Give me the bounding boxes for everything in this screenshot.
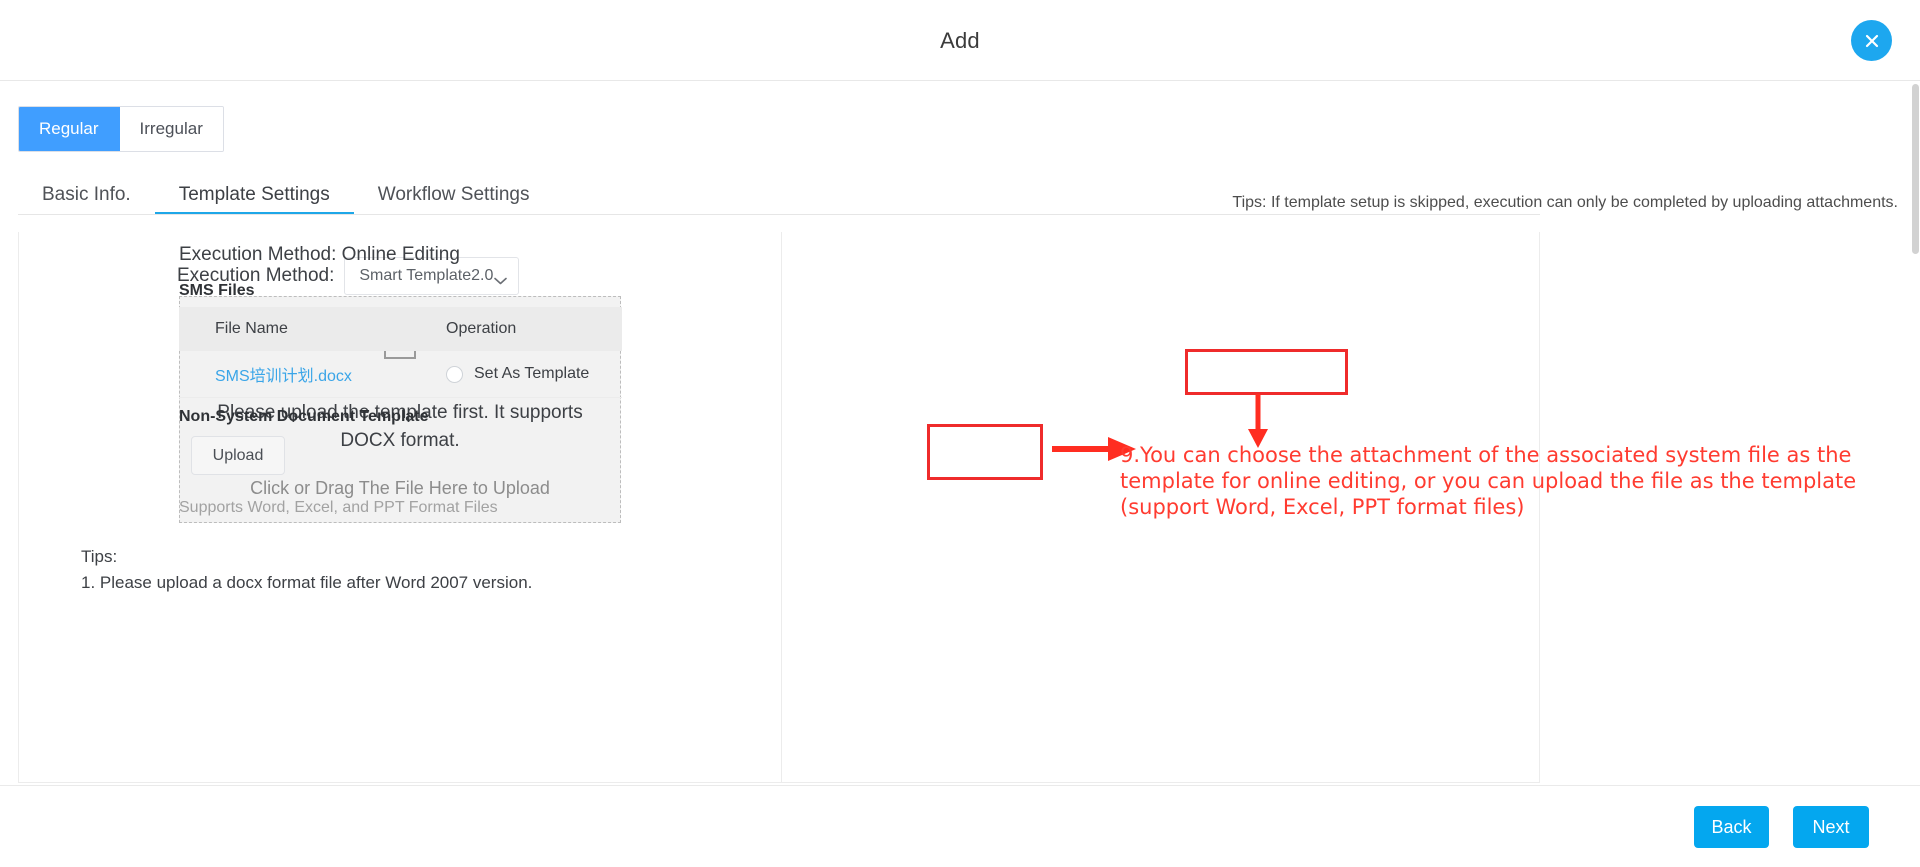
header-tip-text: Tips: If template setup is skipped, exec… bbox=[1232, 194, 1898, 211]
file-name-link[interactable]: SMS培训计划.docx bbox=[215, 368, 352, 385]
sms-files-title: SMS Files bbox=[179, 282, 255, 299]
mode-regular-button[interactable]: Regular bbox=[19, 107, 120, 151]
mode-switch: Regular Irregular bbox=[18, 106, 224, 152]
set-as-template-radio[interactable]: Set As Template bbox=[446, 365, 622, 383]
set-as-template-label: Set As Template bbox=[474, 365, 590, 382]
tab-basic-info[interactable]: Basic Info. bbox=[18, 185, 155, 215]
table-header-row: File Name Operation bbox=[179, 307, 622, 351]
chevron-down-icon bbox=[494, 272, 508, 285]
non-system-template-title: Non-System Document Template bbox=[179, 408, 429, 425]
tab-template-settings[interactable]: Template Settings bbox=[154, 185, 354, 215]
annotation-text: 9.You can choose the attachment of the a… bbox=[1120, 443, 1857, 519]
close-icon bbox=[1861, 30, 1883, 52]
tab-underline bbox=[18, 214, 1540, 215]
close-button[interactable] bbox=[1851, 20, 1892, 61]
back-button[interactable]: Back bbox=[1694, 806, 1769, 848]
right-execution-method: Execution Method: Online Editing bbox=[179, 244, 460, 265]
tab-workflow-settings[interactable]: Workflow Settings bbox=[354, 185, 554, 215]
column-header-file-name: File Name bbox=[215, 320, 288, 337]
next-button[interactable]: Next bbox=[1793, 806, 1869, 848]
support-formats-text: Supports Word, Excel, and PPT Format Fil… bbox=[179, 499, 498, 516]
highlight-box-set-as-template bbox=[1185, 349, 1348, 395]
radio-icon bbox=[446, 365, 463, 383]
panel-divider bbox=[781, 232, 782, 783]
mode-irregular-button[interactable]: Irregular bbox=[119, 107, 223, 151]
execution-method-value: Smart Template2.0 bbox=[359, 267, 494, 284]
upload-button[interactable]: Upload bbox=[191, 436, 285, 475]
tab-bar: Basic Info. Template Settings Workflow S… bbox=[18, 176, 553, 215]
column-header-operation: Operation bbox=[446, 320, 517, 337]
highlight-box-upload bbox=[927, 424, 1043, 480]
dialog-titlebar: Add bbox=[0, 0, 1920, 81]
table-row: SMS培训计划.docx Set As Template bbox=[179, 351, 622, 398]
left-tips-block: Tips: 1. Please upload a docx format fil… bbox=[81, 547, 532, 593]
tips-title: Tips: bbox=[81, 547, 118, 566]
add-dialog: Add Regular Irregular Basic Info. Templa… bbox=[0, 0, 1920, 867]
sms-files-table: File Name Operation SMS培训计划.docx Set As … bbox=[179, 307, 622, 398]
dropzone-secondary-text: Click or Drag The File Here to Upload bbox=[250, 478, 550, 499]
dialog-footer: Back Next bbox=[0, 785, 1920, 867]
page-scrollbar-thumb[interactable] bbox=[1912, 84, 1919, 254]
tips-line-1: 1. Please upload a docx format file afte… bbox=[81, 573, 533, 592]
dialog-title: Add bbox=[940, 28, 980, 53]
